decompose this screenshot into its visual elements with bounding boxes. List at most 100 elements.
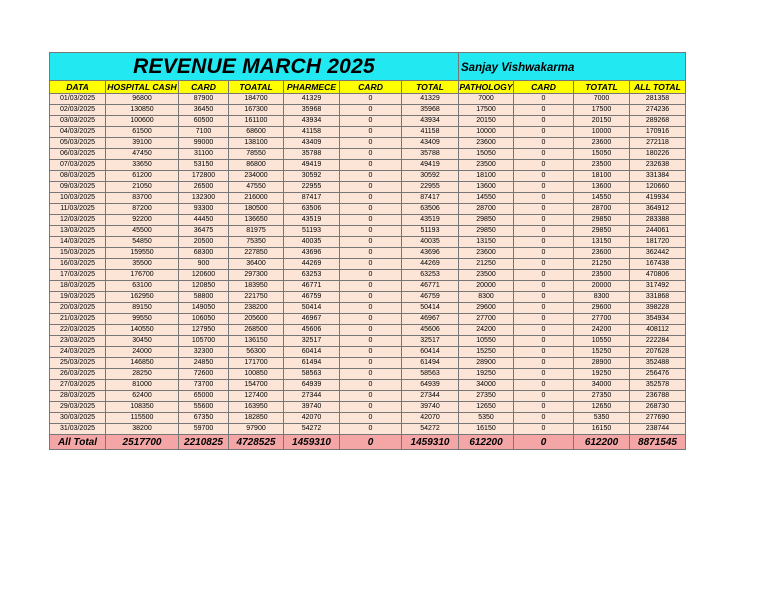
- table-cell[interactable]: 63253: [401, 269, 459, 281]
- table-cell[interactable]: 67350: [178, 412, 229, 424]
- table-cell[interactable]: 38200: [105, 423, 179, 435]
- table-cell[interactable]: 92200: [105, 214, 179, 226]
- table-cell[interactable]: 30592: [401, 170, 459, 182]
- table-cell[interactable]: 60414: [401, 346, 459, 358]
- table-cell[interactable]: 13150: [458, 236, 514, 248]
- table-cell[interactable]: 0: [339, 379, 402, 391]
- table-cell[interactable]: 23600: [458, 247, 514, 259]
- table-cell[interactable]: 0: [513, 313, 574, 325]
- table-cell[interactable]: 54850: [105, 236, 179, 248]
- table-cell[interactable]: 36475: [178, 225, 229, 237]
- table-cell[interactable]: 0: [339, 192, 402, 204]
- table-cell[interactable]: 17500: [573, 104, 630, 116]
- table-cell[interactable]: 900: [178, 258, 229, 270]
- table-cell[interactable]: 39740: [401, 401, 459, 413]
- table-cell[interactable]: 277690: [629, 412, 686, 424]
- table-cell[interactable]: 127400: [228, 390, 284, 402]
- table-cell[interactable]: 207628: [629, 346, 686, 358]
- table-cell[interactable]: 331384: [629, 170, 686, 182]
- table-cell[interactable]: 29600: [458, 302, 514, 314]
- table-cell[interactable]: 5350: [573, 412, 630, 424]
- table-cell[interactable]: 23500: [573, 159, 630, 171]
- table-cell[interactable]: 238200: [228, 302, 284, 314]
- table-cell[interactable]: 13600: [458, 181, 514, 193]
- table-cell[interactable]: 146850: [105, 357, 179, 369]
- table-cell[interactable]: 106050: [178, 313, 229, 325]
- table-cell[interactable]: 35788: [401, 148, 459, 160]
- column-header[interactable]: PATHOLOGY: [458, 80, 514, 94]
- table-cell[interactable]: 0: [339, 115, 402, 127]
- table-cell[interactable]: 30450: [105, 335, 179, 347]
- table-cell[interactable]: 41329: [401, 93, 459, 105]
- table-cell[interactable]: 22955: [401, 181, 459, 193]
- table-cell[interactable]: 105700: [178, 335, 229, 347]
- table-cell[interactable]: 274236: [629, 104, 686, 116]
- table-cell[interactable]: 58563: [401, 368, 459, 380]
- table-cell[interactable]: 180500: [228, 203, 284, 215]
- table-cell[interactable]: 41329: [283, 93, 340, 105]
- table-cell[interactable]: 0: [339, 280, 402, 292]
- table-cell[interactable]: 120850: [178, 280, 229, 292]
- table-cell[interactable]: 47450: [105, 148, 179, 160]
- table-cell[interactable]: 0: [513, 148, 574, 160]
- table-cell[interactable]: 138100: [228, 137, 284, 149]
- table-cell[interactable]: 0: [513, 346, 574, 358]
- table-cell[interactable]: 181720: [629, 236, 686, 248]
- table-cell[interactable]: 62400: [105, 390, 179, 402]
- table-cell[interactable]: 0: [339, 93, 402, 105]
- table-cell[interactable]: 21/03/2025: [49, 313, 106, 325]
- table-cell[interactable]: 23600: [573, 137, 630, 149]
- table-cell[interactable]: 180226: [629, 148, 686, 160]
- table-cell[interactable]: 130850: [105, 104, 179, 116]
- table-cell[interactable]: 19250: [573, 368, 630, 380]
- table-cell[interactable]: 317492: [629, 280, 686, 292]
- table-cell[interactable]: 46967: [283, 313, 340, 325]
- table-cell[interactable]: 35968: [401, 104, 459, 116]
- table-cell[interactable]: 10000: [573, 126, 630, 138]
- table-cell[interactable]: 14/03/2025: [49, 236, 106, 248]
- table-cell[interactable]: 268500: [228, 324, 284, 336]
- column-header[interactable]: CARD: [339, 80, 402, 94]
- table-cell[interactable]: 15250: [458, 346, 514, 358]
- table-cell[interactable]: 10550: [573, 335, 630, 347]
- table-cell[interactable]: 27/03/2025: [49, 379, 106, 391]
- table-cell[interactable]: 99550: [105, 313, 179, 325]
- table-cell[interactable]: 8300: [573, 291, 630, 303]
- table-cell[interactable]: 100600: [105, 115, 179, 127]
- table-cell[interactable]: 33650: [105, 159, 179, 171]
- table-cell[interactable]: 161100: [228, 115, 284, 127]
- table-cell[interactable]: 10000: [458, 126, 514, 138]
- table-cell[interactable]: 22/03/2025: [49, 324, 106, 336]
- table-cell[interactable]: 0: [513, 225, 574, 237]
- total-cell[interactable]: 4728525: [228, 434, 284, 450]
- total-cell[interactable]: 2210825: [178, 434, 229, 450]
- table-cell[interactable]: 78550: [228, 148, 284, 160]
- table-cell[interactable]: 17500: [458, 104, 514, 116]
- table-cell[interactable]: 60500: [178, 115, 229, 127]
- table-cell[interactable]: 20150: [458, 115, 514, 127]
- table-cell[interactable]: 354934: [629, 313, 686, 325]
- table-cell[interactable]: 236788: [629, 390, 686, 402]
- column-header[interactable]: PHARMECE: [283, 80, 340, 94]
- table-cell[interactable]: 167438: [629, 258, 686, 270]
- table-cell[interactable]: 08/03/2025: [49, 170, 106, 182]
- table-cell[interactable]: 81000: [105, 379, 179, 391]
- table-cell[interactable]: 13150: [573, 236, 630, 248]
- table-cell[interactable]: 97900: [228, 423, 284, 435]
- table-cell[interactable]: 40035: [283, 236, 340, 248]
- table-cell[interactable]: 0: [339, 302, 402, 314]
- total-cell[interactable]: 0: [339, 434, 402, 450]
- table-cell[interactable]: 221750: [228, 291, 284, 303]
- table-cell[interactable]: 0: [513, 291, 574, 303]
- table-cell[interactable]: 32517: [283, 335, 340, 347]
- totals-label[interactable]: All Total: [49, 434, 106, 450]
- table-cell[interactable]: 75350: [228, 236, 284, 248]
- table-cell[interactable]: 283388: [629, 214, 686, 226]
- table-cell[interactable]: 23500: [458, 159, 514, 171]
- table-cell[interactable]: 27350: [458, 390, 514, 402]
- table-cell[interactable]: 12650: [458, 401, 514, 413]
- table-cell[interactable]: 15050: [458, 148, 514, 160]
- table-cell[interactable]: 0: [339, 357, 402, 369]
- table-cell[interactable]: 51193: [283, 225, 340, 237]
- table-cell[interactable]: 43696: [283, 247, 340, 259]
